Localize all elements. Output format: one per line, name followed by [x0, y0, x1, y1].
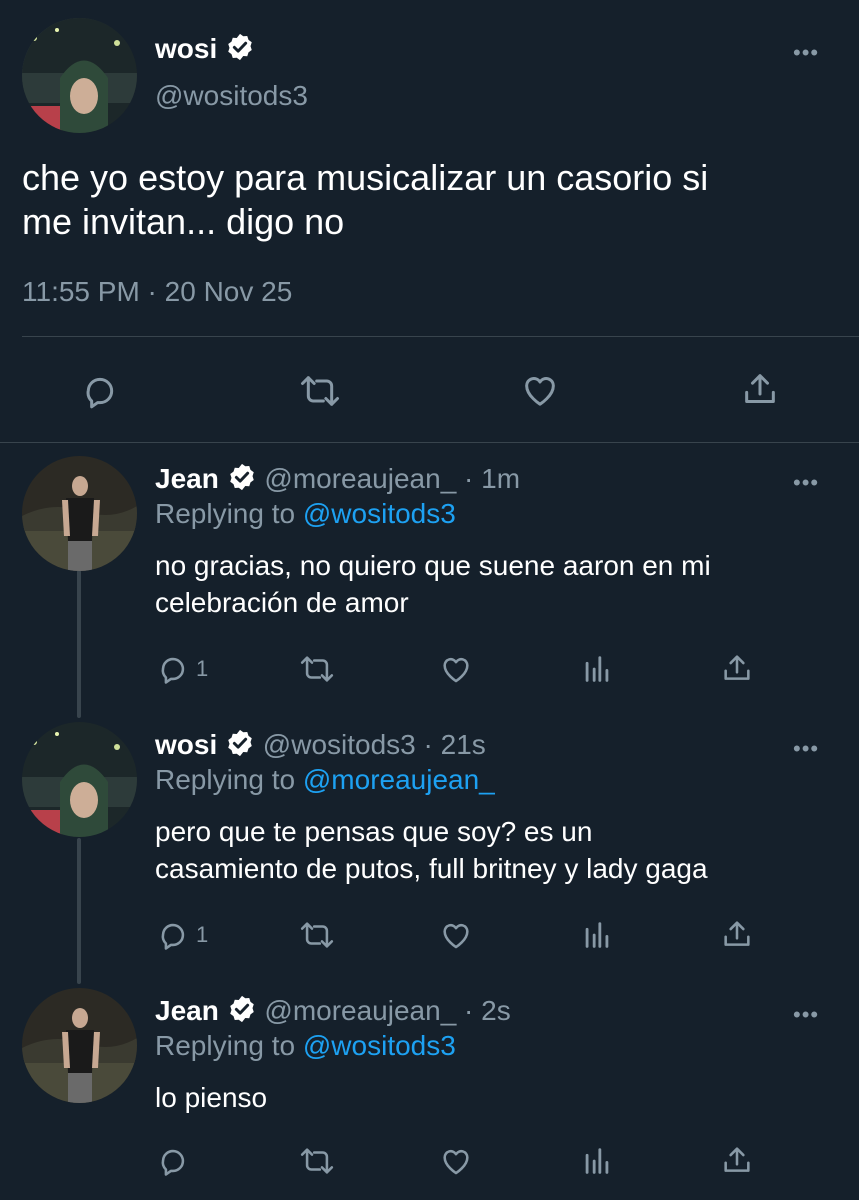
replying-to-label: Replying to	[155, 1030, 296, 1061]
avatar[interactable]	[22, 722, 137, 837]
relative-time[interactable]: · 1m	[464, 463, 520, 494]
like-icon[interactable]	[438, 1144, 474, 1178]
reply-text-line: lo pienso	[155, 1082, 268, 1113]
like-icon[interactable]	[438, 918, 474, 952]
display-name[interactable]: Jean	[155, 463, 219, 494]
handle[interactable]: @wositods3	[155, 80, 308, 112]
reply-text-line: casamiento de putos, full britney y lady…	[155, 853, 708, 884]
timestamp[interactable]: 11:55 PM · 20 Nov 25	[22, 276, 292, 308]
reply-text: pero que te pensas que soy? es un casami…	[155, 813, 708, 887]
reply-text: lo pienso	[155, 1079, 267, 1116]
display-name[interactable]: Jean	[155, 995, 219, 1026]
reply-text: no gracias, no quiero que suene aaron en…	[155, 547, 711, 621]
replying-to: Replying to @moreaujean_	[155, 764, 495, 796]
more-options-icon[interactable]: •••	[793, 1004, 819, 1026]
replying-to-link[interactable]: @wositods3	[303, 498, 456, 529]
verified-badge-icon	[225, 728, 255, 765]
display-name-text: wosi	[155, 32, 218, 64]
more-options-icon[interactable]: •••	[793, 472, 819, 494]
avatar[interactable]	[22, 988, 137, 1103]
retweet-icon[interactable]	[298, 1144, 336, 1178]
replying-to: Replying to @wositods3	[155, 498, 456, 530]
tweet-text-line: me invitan... digo no	[22, 201, 345, 242]
analytics-icon[interactable]	[580, 652, 614, 686]
display-name[interactable]: wosi	[155, 32, 255, 69]
reply-icon[interactable]: 1	[156, 652, 208, 686]
verified-badge-icon	[225, 32, 255, 69]
more-options-icon[interactable]: •••	[793, 738, 819, 760]
tweet-text: che yo estoy para musicalizar un casorio…	[22, 156, 708, 244]
reply-count: 1	[196, 656, 209, 681]
more-options-icon[interactable]: •••	[793, 42, 819, 64]
reply-count: 1	[196, 922, 209, 947]
display-name[interactable]: wosi	[155, 729, 217, 760]
divider	[0, 442, 859, 443]
avatar[interactable]	[22, 456, 137, 571]
replying-to-label: Replying to	[155, 498, 296, 529]
verified-badge-icon	[227, 994, 257, 1031]
replying-to: Replying to @wositods3	[155, 1030, 456, 1062]
reply-header: Jean @moreaujean_ · 1m	[155, 462, 520, 499]
retweet-icon[interactable]	[298, 371, 342, 411]
avatar[interactable]	[22, 18, 137, 133]
thread-line	[77, 838, 81, 984]
like-icon[interactable]	[438, 652, 474, 686]
analytics-icon[interactable]	[580, 1144, 614, 1178]
reply-text-line: pero que te pensas que soy? es un	[155, 816, 593, 847]
share-icon[interactable]	[720, 916, 754, 952]
reply-icon[interactable]: 1	[156, 918, 208, 952]
tweet-text-line: che yo estoy para musicalizar un casorio…	[22, 157, 709, 198]
handle[interactable]: @wositods3	[263, 729, 416, 760]
reply-text-line: celebración de amor	[155, 587, 409, 618]
replying-to-link[interactable]: @moreaujean_	[303, 764, 495, 795]
reply-text-line: no gracias, no quiero que suene aaron en…	[155, 550, 711, 581]
reply-icon[interactable]	[156, 1144, 190, 1178]
like-icon[interactable]	[519, 370, 561, 410]
retweet-icon[interactable]	[298, 918, 336, 952]
reply-header: wosi @wositods3 · 21s	[155, 728, 486, 765]
verified-badge-icon	[227, 462, 257, 499]
reply-header: Jean @moreaujean_ · 2s	[155, 994, 511, 1031]
handle[interactable]: @moreaujean_	[264, 995, 456, 1026]
share-icon[interactable]	[740, 368, 780, 410]
relative-time[interactable]: · 2s	[464, 995, 511, 1026]
handle[interactable]: @moreaujean_	[264, 463, 456, 494]
analytics-icon[interactable]	[580, 918, 614, 952]
share-icon[interactable]	[720, 650, 754, 686]
divider	[22, 336, 859, 337]
share-icon[interactable]	[720, 1142, 754, 1178]
replying-to-label: Replying to	[155, 764, 296, 795]
thread-line	[77, 570, 81, 718]
replying-to-link[interactable]: @wositods3	[303, 1030, 456, 1061]
reply-icon[interactable]	[80, 371, 120, 411]
relative-time[interactable]: · 21s	[424, 729, 486, 760]
retweet-icon[interactable]	[298, 652, 336, 686]
